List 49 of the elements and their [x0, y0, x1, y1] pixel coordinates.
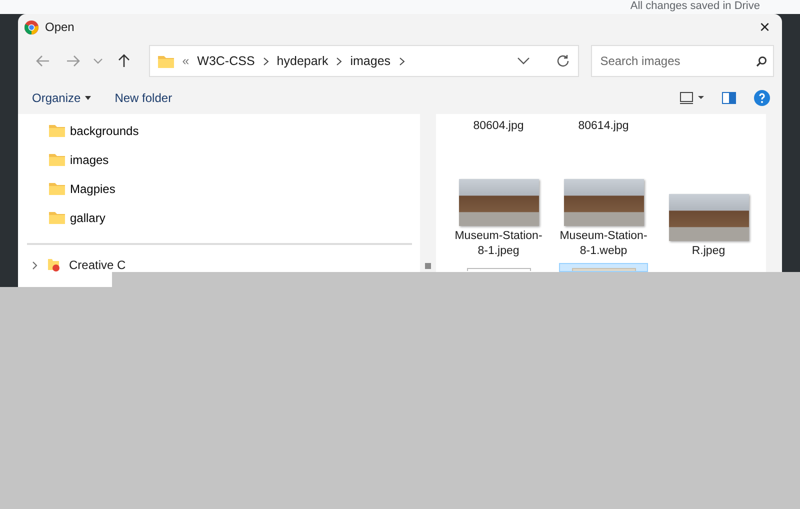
browser-logo-icon — [24, 20, 39, 34]
folder-item[interactable]: backgrounds — [18, 116, 420, 145]
chevron-right-icon[interactable] — [398, 56, 405, 66]
preview-pane-icon[interactable] — [722, 92, 736, 104]
address-bar[interactable]: « W3C-CSS hydepark images — [149, 45, 580, 77]
chevron-right-icon[interactable] — [262, 56, 269, 66]
file-tile[interactable]: 80604.jpg — [446, 114, 551, 140]
path-segment[interactable]: hydepark — [276, 54, 328, 68]
folder-icon — [49, 153, 65, 166]
file-name: R.jpeg — [690, 244, 726, 259]
back-arrow-icon[interactable] — [36, 55, 50, 67]
file-tile[interactable]: R.jpeg — [656, 155, 761, 260]
close-button[interactable]: × — [753, 16, 776, 38]
folder-icon — [49, 124, 65, 137]
folder-item[interactable]: Magpies — [18, 174, 420, 203]
file-name: Museum-Station-8-1.jpeg — [454, 229, 544, 259]
caret-icon — [84, 96, 91, 100]
file-tile[interactable]: Museum-Station-8-1.webp — [551, 140, 656, 260]
organize-menu[interactable]: Organize — [32, 91, 91, 105]
folder-icon — [158, 54, 174, 68]
path-segment[interactable]: W3C-CSS — [197, 54, 255, 68]
file-name: Museum-Station-8-1.webp — [558, 229, 648, 259]
save-status: All changes saved in Drive — [630, 0, 760, 14]
file-name: 80614.jpg — [577, 119, 630, 134]
new-folder-button[interactable]: New folder — [114, 91, 172, 105]
chevron-right-icon[interactable] — [30, 260, 39, 270]
scrollbar-thumb[interactable] — [425, 263, 431, 269]
path-segment[interactable]: images — [350, 54, 391, 68]
cloud-folder-icon — [47, 258, 61, 272]
folder-item[interactable]: gallary — [18, 203, 420, 232]
folder-icon — [49, 211, 65, 224]
forward-arrow-icon[interactable] — [66, 55, 80, 67]
folder-icon — [49, 182, 65, 195]
help-icon[interactable] — [754, 90, 770, 106]
chevron-down-icon[interactable] — [517, 57, 530, 65]
folder-item[interactable]: images — [18, 145, 420, 174]
up-arrow-icon[interactable] — [118, 54, 130, 68]
search-icon[interactable] — [756, 56, 767, 66]
file-tile[interactable] — [559, 263, 648, 272]
refresh-icon[interactable] — [556, 54, 570, 68]
chevron-right-icon[interactable] — [336, 56, 342, 66]
file-name: 80604.jpg — [472, 119, 525, 134]
window-title: Open — [45, 20, 76, 34]
file-tile[interactable]: 80614.jpg — [551, 114, 656, 140]
file-tile[interactable]: Museum-Station-8-1.jpeg — [446, 140, 551, 260]
path-overflow[interactable]: « — [182, 54, 190, 68]
search-field[interactable]: Search images — [591, 45, 774, 77]
search-input[interactable]: Search images — [598, 53, 742, 69]
view-options-icon[interactable] — [680, 92, 704, 104]
